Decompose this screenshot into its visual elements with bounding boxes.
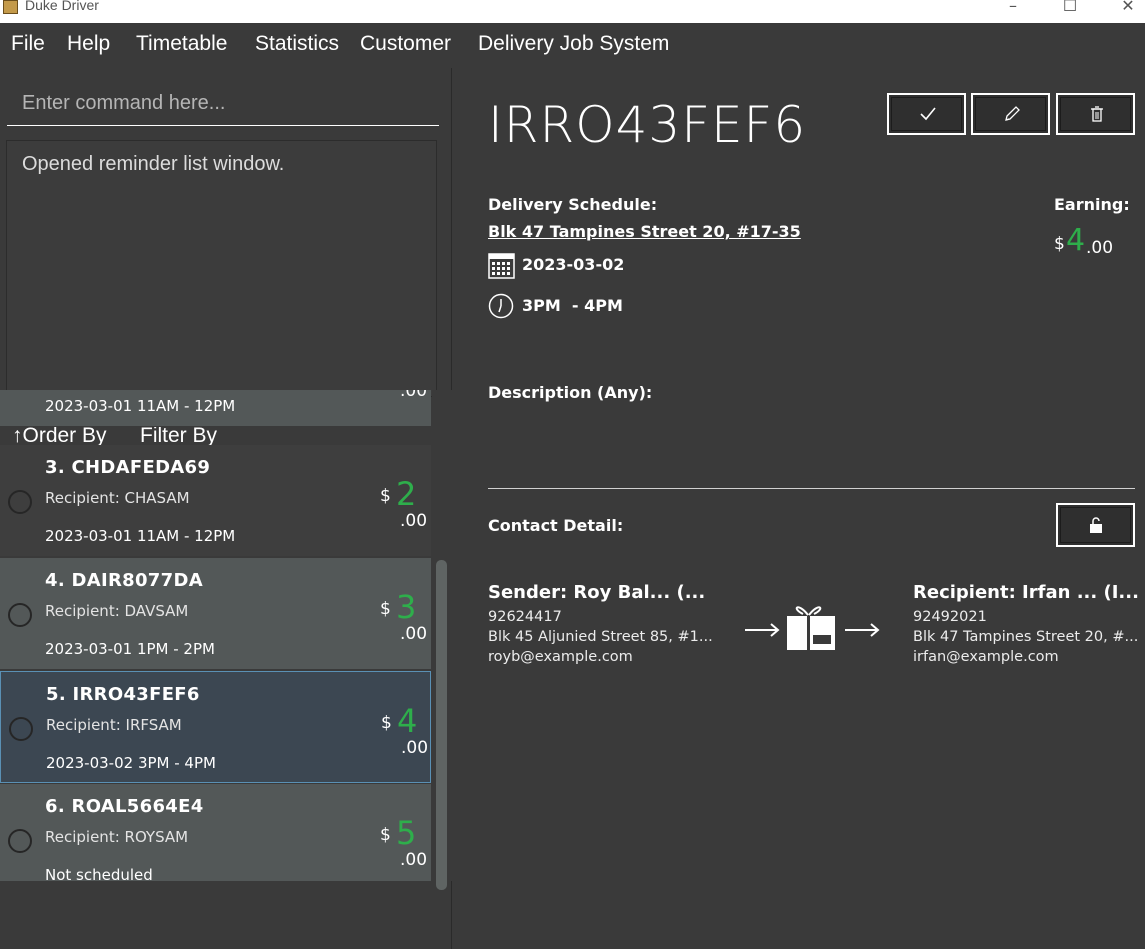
menu-timetable[interactable]: Timetable [136,32,227,56]
delivery-time: 3PM - 4PM [522,296,623,315]
job-title: 6. ROAL5664E4 [45,796,204,817]
job-radio[interactable] [8,829,32,853]
job-title: 5. IRRO43FEF6 [46,684,200,705]
job-date: 2023-03-02 3PM - 4PM [46,754,216,772]
job-currency: $ [380,599,391,619]
sender-heading: Sender: Roy Bal... (... [488,582,706,603]
recipient-heading: Recipient: Irfan ... (I... [913,582,1139,603]
menu-customer[interactable]: Customer [360,32,451,56]
job-currency: $ [380,825,391,845]
earning-cents: .00 [1086,238,1114,258]
job-currency: $ [380,486,391,506]
delivery-address-link[interactable]: Blk 47 Tampines Street 20, #17-35 [488,222,801,241]
job-date: 2023-03-01 1PM - 2PM [45,640,215,658]
recipient-address: Blk 47 Tampines Street 20, #... [913,629,1139,645]
gift-transfer-icon [745,606,880,650]
edit-button[interactable] [971,93,1050,135]
result-display: Opened reminder list window. [6,140,437,397]
job-radio[interactable] [9,717,33,741]
job-card[interactable]: 2023-03-01 11AM - 12PM $ 1 .00 [0,390,431,427]
sender-phone: 92624417 [488,609,562,625]
job-amount: 2 [396,475,417,513]
job-amount: 4 [397,702,418,740]
job-card-selected[interactable]: 5. IRRO43FEF6 Recipient: IRFSAM 2023-03-… [0,671,431,783]
earning-currency: $ [1054,234,1065,254]
delivery-date: 2023-03-02 [522,255,625,274]
check-icon [920,107,936,121]
title-bar: Duke Driver – ☐ ✕ [0,0,1145,23]
pencil-icon [1005,106,1020,121]
recipient-phone: 92492021 [913,609,987,625]
menu-help[interactable]: Help [67,32,110,56]
result-text: Opened reminder list window. [22,153,285,175]
job-radio[interactable] [8,490,32,514]
job-amount: 3 [396,588,417,626]
job-cents: .00 [400,850,428,870]
job-date: 2023-03-01 11AM - 12PM [45,527,236,545]
earning-amount: 4 [1066,223,1086,258]
sender-email: royb@example.com [488,649,633,665]
section-divider [488,488,1135,489]
calendar-icon [488,253,515,279]
sender-address: Blk 45 Aljunied Street 85, #1... [488,629,713,645]
scroll-thumb[interactable] [436,560,447,890]
unlock-contact-button[interactable] [1056,503,1135,547]
menu-statistics[interactable]: Statistics [255,32,339,56]
sender-contact: Sender: Roy Bal... (... 92624417 Blk 45 … [488,582,713,665]
delivery-schedule-label: Delivery Schedule: [488,195,658,214]
job-radio[interactable] [8,603,32,627]
job-cents: .00 [400,390,428,401]
job-id-heading: IRRO43FEF6 [488,96,807,154]
job-recipient: Recipient: IRFSAM [46,716,182,734]
earning-label: Earning: [1054,195,1130,214]
menu-delivery-job-system[interactable]: Delivery Job System [478,32,669,56]
job-date: Not scheduled [45,866,153,881]
unlock-icon [1090,517,1102,533]
job-currency: $ [381,713,392,733]
job-list-scrollbar[interactable] [432,390,452,890]
close-icon[interactable]: ✕ [1113,0,1143,15]
job-date: 2023-03-01 11AM - 12PM [45,397,236,415]
menu-file[interactable]: File [11,32,45,56]
job-card[interactable]: 6. ROAL5664E4 Recipient: ROYSAM Not sche… [0,784,431,881]
minimize-icon[interactable]: – [998,0,1028,15]
clock-icon [488,293,514,319]
job-card[interactable]: 4. DAIR8077DA Recipient: DAVSAM 2023-03-… [0,558,431,670]
delete-button[interactable] [1056,93,1135,135]
job-title: 4. DAIR8077DA [45,570,203,591]
job-cents: .00 [400,624,428,644]
trash-icon [1091,106,1103,122]
contact-detail-label: Contact Detail: [488,516,624,535]
recipient-email: irfan@example.com [913,649,1059,665]
job-recipient: Recipient: DAVSAM [45,602,189,620]
delivery-time-row: 3PM - 4PM [488,293,623,321]
maximize-icon[interactable]: ☐ [1055,0,1085,15]
complete-button[interactable] [887,93,966,135]
app-icon [3,0,18,14]
job-detail-pane: IRRO43FEF6 Delivery Schedule: Blk 47 Tam… [453,68,1145,949]
window-title: Duke Driver [25,0,99,13]
recipient-contact: Recipient: Irfan ... (I... 92492021 Blk … [913,582,1139,665]
delivery-date-row: 2023-03-02 [488,252,624,280]
job-recipient: Recipient: CHASAM [45,489,190,507]
job-cents: .00 [401,738,429,758]
command-input[interactable] [7,82,439,126]
job-title: 3. CHDAFEDA69 [45,457,211,478]
job-recipient: Recipient: ROYSAM [45,828,189,846]
menu-bar: File Help Timetable Statistics Customer … [0,23,1145,68]
job-amount: 5 [396,814,417,852]
job-cents: .00 [400,511,428,531]
job-list: 2023-03-01 11AM - 12PM $ 1 .00 3. CHDAFE… [0,390,432,881]
job-card[interactable]: 3. CHDAFEDA69 Recipient: CHASAM 2023-03-… [0,445,431,557]
description-label: Description (Any): [488,383,653,402]
